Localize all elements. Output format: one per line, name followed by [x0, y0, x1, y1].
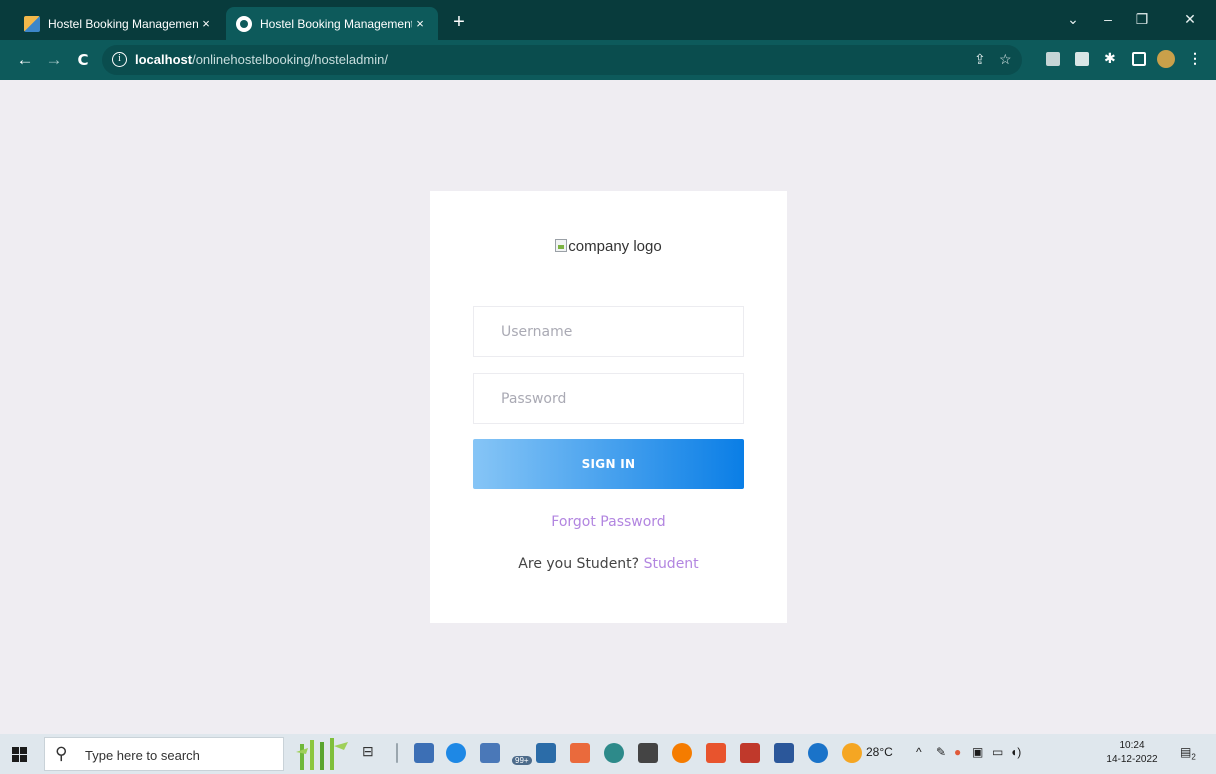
volume-icon[interactable]: ◖)	[1010, 745, 1021, 759]
battery-icon[interactable]: ▭	[992, 745, 1003, 759]
help-icon[interactable]	[808, 743, 828, 763]
menu-kebab-icon[interactable]: ⋮	[1188, 50, 1202, 66]
browser-tab-strip: Hostel Booking Management Sys × Hostel B…	[0, 0, 1216, 40]
notification-center-icon[interactable]: ▤2	[1180, 745, 1196, 761]
xampp-control-icon[interactable]	[706, 743, 726, 763]
site-info-icon[interactable]: i	[112, 52, 127, 67]
share-icon[interactable]: ⇪	[974, 51, 986, 68]
search-placeholder: Type here to search	[85, 748, 200, 763]
chrome-profile-icon[interactable]	[604, 743, 624, 763]
student-prompt: Are you Student? Student	[430, 556, 787, 572]
forward-button[interactable]: →	[43, 49, 65, 71]
bookmark-star-icon[interactable]: ☆	[999, 51, 1012, 68]
url-host: localhost	[135, 52, 193, 67]
windows-taskbar: ⚲ Type here to search ⊟ 99+ 28°C ^ ✎ ● ▣…	[0, 734, 1216, 774]
pen-icon[interactable]: ✎	[936, 745, 946, 759]
notification-badge: 99+	[512, 756, 532, 765]
show-hidden-icons-chevron-icon[interactable]: ^	[916, 745, 922, 759]
sign-in-button[interactable]: SIGN IN	[473, 439, 744, 489]
student-prompt-text: Are you Student?	[518, 556, 644, 572]
minimize-button[interactable]: –	[1093, 7, 1123, 31]
forgot-password-link[interactable]: Forgot Password	[430, 514, 787, 530]
browser-tab-1[interactable]: Hostel Booking Management Sys ×	[14, 7, 224, 40]
extension-icon[interactable]	[1046, 52, 1060, 66]
browser-tab-2[interactable]: Hostel Booking Management Sys ×	[226, 7, 438, 40]
close-tab-icon[interactable]: ×	[412, 16, 428, 31]
page-viewport: company logo SIGN IN Forgot Password Are…	[0, 80, 1216, 734]
firefox-icon[interactable]	[672, 743, 692, 763]
password-input[interactable]	[473, 373, 744, 424]
taskbar-search-box[interactable]: ⚲ Type here to search	[44, 737, 284, 771]
weather-icon[interactable]	[842, 743, 862, 763]
clock-date: 14-12-2022	[1106, 754, 1158, 765]
weather-temperature[interactable]: 28°C	[866, 745, 893, 759]
edge-browser-icon[interactable]	[446, 743, 466, 763]
back-button[interactable]: ←	[14, 49, 36, 71]
tray-keyboard-icon[interactable]: ▣	[972, 745, 983, 759]
word-icon[interactable]	[774, 743, 794, 763]
restore-button[interactable]: ❐	[1127, 7, 1157, 31]
puzzle-extensions-icon[interactable]: ✱	[1104, 50, 1118, 66]
taskbar-clock[interactable]: 10:24 14-12-2022	[1106, 739, 1158, 767]
logo-alt-text: company logo	[568, 238, 662, 255]
media-icon[interactable]	[1075, 52, 1089, 66]
profile-avatar[interactable]	[1157, 50, 1175, 68]
winrar-icon[interactable]	[740, 743, 760, 763]
tab-search-chevron-icon[interactable]: ⌄	[1058, 7, 1088, 31]
globe-favicon-icon	[236, 15, 252, 32]
tab-title: Hostel Booking Management Sys	[48, 16, 198, 31]
new-tab-button[interactable]: +	[446, 9, 472, 35]
url-text[interactable]: localhost/onlinehostelbooking/hosteladmi…	[135, 52, 388, 67]
search-icon: ⚲	[55, 744, 68, 763]
microsoft-store-icon[interactable]	[536, 743, 556, 763]
xampp-icon[interactable]	[638, 743, 658, 763]
reload-button[interactable]: C	[72, 49, 94, 71]
taskbar-divider	[396, 743, 398, 763]
notification-count: 2	[1191, 752, 1196, 762]
store-app-icon[interactable]	[480, 743, 500, 763]
clock-time: 10:24	[1119, 740, 1145, 751]
task-view-icon[interactable]: ⊟	[362, 743, 382, 763]
login-card: company logo SIGN IN Forgot Password Are…	[430, 191, 787, 623]
close-window-button[interactable]: ✕	[1175, 7, 1205, 31]
close-tab-icon[interactable]: ×	[198, 16, 214, 31]
broken-image-icon	[555, 239, 568, 252]
student-link[interactable]: Student	[644, 556, 699, 572]
browser-toolbar: ← → C i localhost/onlinehostelbooking/ho…	[0, 40, 1216, 80]
file-explorer-icon[interactable]	[414, 743, 434, 763]
address-bar[interactable]: i localhost/onlinehostelbooking/hostelad…	[102, 45, 1022, 75]
windows-start-icon[interactable]	[8, 742, 32, 766]
username-input[interactable]	[473, 306, 744, 357]
chrome-app-icon[interactable]	[570, 743, 590, 763]
hostel-favicon-icon	[24, 15, 40, 32]
bamboo-search-highlight-icon	[296, 738, 348, 770]
tray-app-icon[interactable]: ●	[954, 745, 961, 759]
side-panel-icon[interactable]	[1132, 52, 1146, 66]
company-logo: company logo	[430, 238, 787, 255]
url-path: /onlinehostelbooking/hosteladmin/	[192, 52, 388, 67]
tab-title: Hostel Booking Management Sys	[260, 16, 412, 31]
